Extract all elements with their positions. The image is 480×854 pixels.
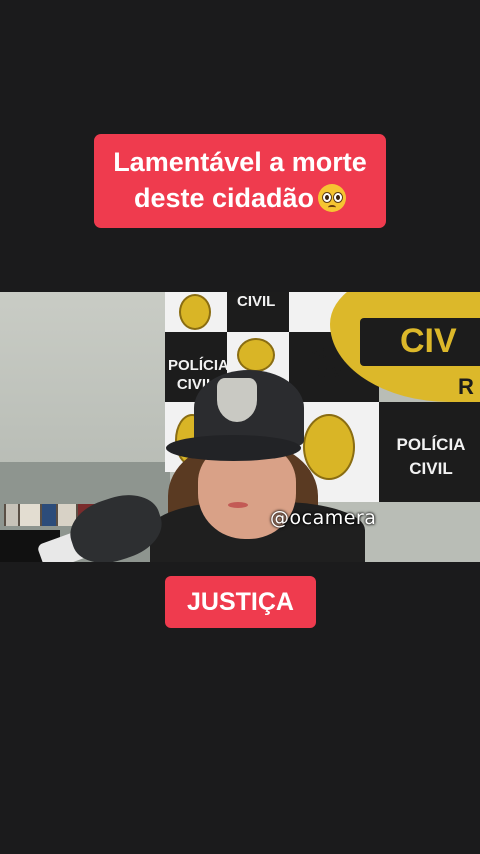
cap-badge-icon (217, 378, 257, 422)
caption-top-line-1: Lamentável a morte (113, 147, 367, 177)
caption-bottom-banner: JUSTIÇA (165, 576, 316, 628)
backdrop-text-policia-right: POLÍCIA CIVIL (396, 435, 466, 478)
watermark-handle: @ocamera (270, 507, 377, 529)
video-frame[interactable]: CIVIL POLÍCIA CIVIL POLÍCIA CIVIL POLÍCI… (0, 292, 480, 562)
police-cap-brim (166, 435, 301, 461)
caption-top-line-2: deste cidadão (133, 183, 315, 213)
caption-top-banner: Lamentável a morte deste cidadão (94, 134, 386, 228)
large-badge-letter: R (458, 374, 474, 399)
backdrop-text-civil-top: CIVIL (237, 293, 276, 310)
caption-top-line-2-wrap: deste cidadão (94, 180, 386, 216)
large-badge-text: CIV (400, 322, 457, 360)
pleading-face-icon (318, 184, 347, 212)
